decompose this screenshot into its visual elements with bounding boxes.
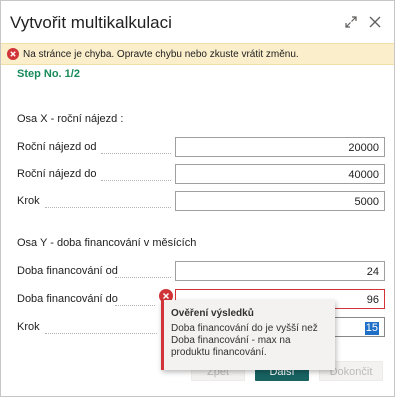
step-indicator: Step No. 1/2 [17, 68, 80, 80]
financing-period-to-label: Doba financování do [17, 293, 118, 305]
annual-mileage-to-label: Roční nájezd do [17, 168, 97, 180]
dotted-leader [101, 153, 171, 154]
dotted-leader [115, 277, 171, 278]
tooltip-body: Doba financování do je vyšší než Doba fi… [171, 323, 318, 358]
dotted-leader [115, 305, 155, 306]
section-y-title: Osa Y - doba financování v měsících [17, 237, 197, 249]
tooltip-title: Ověření výsledků [171, 308, 254, 319]
error-message: Na stránce je chyba. Opravte chybu nebo … [23, 49, 299, 60]
error-icon [7, 48, 19, 60]
selected-value: 15 [364, 322, 379, 335]
section-x-title: Osa X - roční nájezd : [17, 113, 124, 125]
financing-step-label: Krok [17, 321, 40, 333]
financing-period-from-field[interactable]: 24 [175, 261, 385, 281]
annual-mileage-from-field[interactable]: 20000 [175, 137, 385, 157]
create-multicalculation-dialog: Vytvořit multikalkulaci Na stránce je ch… [0, 0, 395, 397]
financing-period-from-label: Doba financování od [17, 265, 118, 277]
dotted-leader [45, 333, 157, 334]
mileage-step-field[interactable]: 5000 [175, 191, 385, 211]
dotted-leader [101, 180, 171, 181]
expand-icon[interactable] [343, 14, 359, 30]
dotted-leader [45, 207, 171, 208]
error-notification-bar: Na stránce je chyba. Opravte chybu nebo … [1, 43, 394, 65]
validation-tooltip: Ověření výsledků Doba financování do je … [161, 300, 335, 370]
annual-mileage-to-field[interactable]: 40000 [175, 164, 385, 184]
mileage-step-label: Krok [17, 195, 40, 207]
close-icon[interactable] [367, 14, 383, 30]
dialog-title: Vytvořit multikalkulaci [10, 13, 172, 32]
annual-mileage-from-label: Roční nájezd od [17, 141, 97, 153]
